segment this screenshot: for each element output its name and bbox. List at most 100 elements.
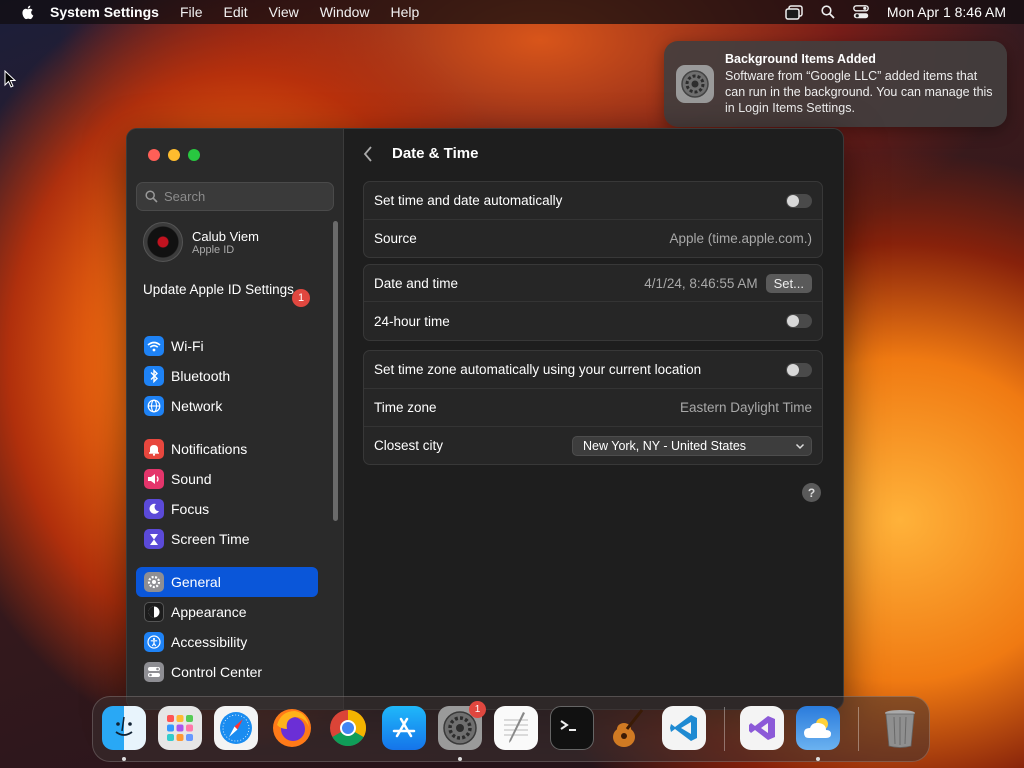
firefox-icon[interactable] bbox=[270, 706, 314, 750]
sidebar-item-label: Wi-Fi bbox=[171, 338, 204, 354]
sidebar-item-appearance[interactable]: Appearance bbox=[136, 597, 318, 627]
launchpad-icon[interactable] bbox=[158, 706, 202, 750]
sidebar-item-sound[interactable]: Sound bbox=[136, 464, 318, 494]
menu-clock[interactable]: Mon Apr 1 8:46 AM bbox=[887, 4, 1006, 20]
system-settings-gear-icon bbox=[676, 65, 714, 103]
date-time-row: Date and time 4/1/24, 8:46:55 AM Set... bbox=[364, 265, 822, 301]
stage-manager-icon[interactable] bbox=[785, 4, 803, 20]
minimize-window-button[interactable] bbox=[168, 149, 180, 161]
textedit-icon[interactable] bbox=[494, 706, 538, 750]
auto-time-zone-toggle[interactable] bbox=[786, 362, 812, 377]
apple-id-account[interactable]: Calub Viem Apple ID bbox=[143, 222, 259, 262]
control-center-icon bbox=[144, 662, 164, 682]
sidebar-item-notifications[interactable]: Notifications bbox=[136, 434, 318, 464]
sidebar-item-label: Accessibility bbox=[171, 634, 248, 650]
zoom-window-button[interactable] bbox=[188, 149, 200, 161]
menu-app-name[interactable]: System Settings bbox=[50, 4, 159, 20]
page-title: Date & Time bbox=[392, 145, 479, 162]
bell-icon bbox=[144, 439, 164, 459]
source-label: Source bbox=[374, 231, 417, 246]
sidebar-item-accessibility[interactable]: Accessibility bbox=[136, 627, 318, 657]
closest-city-label: Closest city bbox=[374, 438, 444, 453]
sidebar-item-label: Network bbox=[171, 398, 223, 414]
appearance-icon bbox=[144, 602, 164, 622]
closest-city-value: New York, NY - United States bbox=[583, 438, 747, 453]
sidebar-item-label: Notifications bbox=[171, 441, 248, 457]
notification-banner[interactable]: Background Items Added Software from “Go… bbox=[664, 41, 1007, 127]
apple-menu-icon[interactable] bbox=[20, 4, 36, 20]
sidebar-item-bluetooth[interactable]: Bluetooth bbox=[136, 361, 318, 391]
sidebar-item-focus[interactable]: Focus bbox=[136, 494, 318, 524]
date-time-value: 4/1/24, 8:46:55 AM bbox=[644, 275, 758, 291]
update-apple-id-item[interactable]: Update Apple ID Settings bbox=[143, 282, 311, 298]
source-value: Apple (time.apple.com.) bbox=[669, 231, 812, 246]
dock: 1 bbox=[92, 696, 930, 762]
update-badge: 1 bbox=[292, 289, 310, 307]
search-field[interactable] bbox=[136, 182, 334, 211]
account-subtitle: Apple ID bbox=[192, 243, 235, 256]
sidebar-item-label: Screen Time bbox=[171, 531, 250, 547]
gear-icon bbox=[144, 572, 164, 592]
trash-icon[interactable] bbox=[878, 706, 922, 750]
24-hour-label: 24-hour time bbox=[374, 313, 450, 329]
source-row: Source Apple (time.apple.com.) bbox=[364, 219, 822, 257]
bluetooth-icon bbox=[144, 366, 164, 386]
time-zone-row: Time zone Eastern Daylight Time bbox=[364, 388, 822, 426]
moon-icon bbox=[144, 499, 164, 519]
sidebar-item-label: Appearance bbox=[171, 604, 247, 620]
time-zone-label: Time zone bbox=[374, 400, 437, 415]
globe-icon bbox=[144, 396, 164, 416]
menu-edit[interactable]: Edit bbox=[224, 4, 248, 20]
safari-icon[interactable] bbox=[214, 706, 258, 750]
sidebar-item-general[interactable]: General bbox=[136, 567, 318, 597]
avatar bbox=[143, 222, 183, 262]
control-center-menu-icon[interactable] bbox=[853, 5, 869, 19]
accessibility-icon bbox=[144, 632, 164, 652]
wifi-icon bbox=[144, 336, 164, 356]
sidebar-item-label: Bluetooth bbox=[171, 368, 231, 384]
system-settings-window: Calub Viem Apple ID Update Apple ID Sett… bbox=[126, 128, 844, 710]
sidebar-item-label: Focus bbox=[171, 501, 210, 517]
finder-icon[interactable] bbox=[102, 706, 146, 750]
notification-title: Background Items Added bbox=[725, 52, 876, 66]
vscode-icon[interactable] bbox=[662, 706, 706, 750]
24-hour-row: 24-hour time bbox=[364, 301, 822, 340]
sidebar-item-wifi[interactable]: Wi-Fi bbox=[136, 331, 318, 361]
auto-time-row: Set time and date automatically bbox=[364, 182, 822, 219]
weather-icon[interactable] bbox=[796, 706, 840, 750]
search-icon bbox=[145, 190, 158, 203]
help-button[interactable]: ? bbox=[802, 483, 821, 502]
automatic-time-card: Set time and date automatically Source A… bbox=[363, 181, 823, 258]
menu-window[interactable]: Window bbox=[320, 4, 370, 20]
auto-time-zone-row: Set time zone automatically using your c… bbox=[364, 351, 822, 388]
set-date-time-button[interactable]: Set... bbox=[765, 273, 812, 293]
time-zone-card: Set time zone automatically using your c… bbox=[363, 350, 823, 465]
sidebar: Calub Viem Apple ID Update Apple ID Sett… bbox=[127, 129, 344, 709]
notification-body: Software from “Google LLC” added items t… bbox=[725, 69, 993, 115]
garageband-icon[interactable] bbox=[606, 706, 650, 750]
sidebar-item-network[interactable]: Network bbox=[136, 391, 318, 421]
spotlight-search-icon[interactable] bbox=[821, 5, 835, 19]
back-chevron-icon[interactable] bbox=[362, 145, 374, 163]
menu-view[interactable]: View bbox=[269, 4, 299, 20]
app-store-icon[interactable] bbox=[382, 706, 426, 750]
menu-bar: System Settings File Edit View Window He… bbox=[0, 0, 1024, 24]
sidebar-scrollbar[interactable] bbox=[333, 221, 338, 521]
close-window-button[interactable] bbox=[148, 149, 160, 161]
closest-city-select[interactable]: New York, NY - United States bbox=[572, 435, 812, 456]
speaker-icon bbox=[144, 469, 164, 489]
window-controls bbox=[148, 149, 200, 161]
sidebar-item-control-center[interactable]: Control Center bbox=[136, 657, 318, 687]
auto-time-zone-label: Set time zone automatically using your c… bbox=[374, 362, 702, 377]
terminal-icon[interactable] bbox=[550, 706, 594, 750]
menu-file[interactable]: File bbox=[180, 4, 203, 20]
search-input[interactable] bbox=[164, 189, 314, 204]
auto-time-toggle[interactable] bbox=[786, 193, 812, 208]
time-zone-value: Eastern Daylight Time bbox=[679, 400, 812, 415]
chrome-icon[interactable] bbox=[326, 706, 370, 750]
menu-help[interactable]: Help bbox=[391, 4, 420, 20]
sidebar-item-screen-time[interactable]: Screen Time bbox=[136, 524, 318, 554]
24-hour-toggle[interactable] bbox=[786, 314, 812, 328]
hourglass-icon bbox=[144, 529, 164, 549]
visual-studio-icon[interactable] bbox=[740, 706, 784, 750]
